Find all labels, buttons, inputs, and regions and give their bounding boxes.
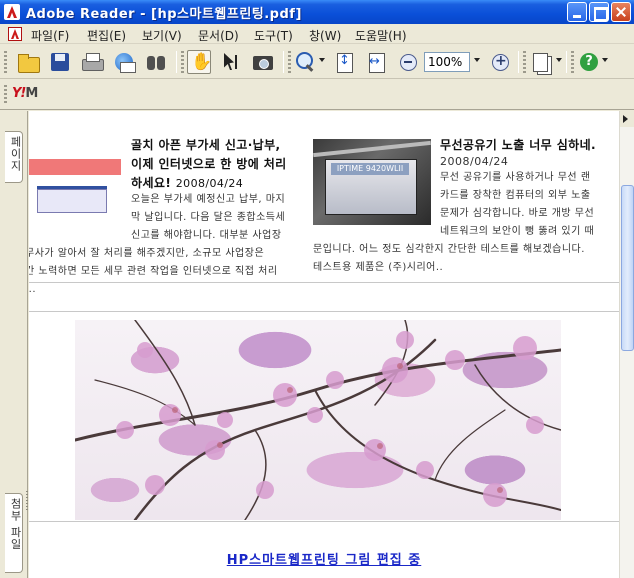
document-menu-icon[interactable] — [8, 27, 22, 41]
zoom-tool-icon[interactable] — [294, 50, 318, 74]
scrollbar-thumb[interactable] — [621, 185, 634, 351]
fit-width-icon[interactable] — [364, 50, 388, 74]
navigation-pane: 페이지 첨부 파일 — [0, 111, 28, 578]
save-icon[interactable] — [48, 50, 72, 74]
close-button[interactable] — [611, 2, 631, 22]
toolbar-separator — [566, 51, 567, 73]
article-thumbnail-tax — [29, 159, 121, 217]
help-dropdown-icon[interactable] — [602, 58, 608, 62]
thumbnail-banner — [29, 159, 121, 175]
scroll-arrow-icon[interactable] — [620, 111, 634, 127]
menu-help[interactable]: 도움말(H) — [355, 27, 407, 44]
adobe-reader-icon[interactable] — [4, 4, 20, 20]
article-body-wireless-wide: 문입니다. 어느 정도 심각한지 간단한 테스트를 해보겠습니다. 테스트용 제… — [313, 244, 585, 273]
minimize-button[interactable] — [567, 2, 587, 22]
toolbar-grip[interactable] — [4, 51, 7, 73]
article-body-tax-narrow: 오늘은 부가세 예정신고 납부, 마지 막 날입니다. 다음 달은 종합소득세 … — [131, 194, 286, 241]
title-bar[interactable]: Adobe Reader - [hp스마트웹프린팅.pdf] — [0, 0, 634, 24]
window-title: Adobe Reader - [hp스마트웹프린팅.pdf] — [26, 7, 302, 22]
thumbnail-panel — [37, 189, 107, 213]
photo-branches — [75, 320, 561, 520]
search-binoculars-icon[interactable] — [144, 50, 168, 74]
article-date: 2008/04/24 — [175, 177, 244, 190]
toolbar-grip[interactable] — [288, 51, 291, 73]
menu-file[interactable]: 파일(F) — [31, 27, 69, 44]
toolbar-separator — [176, 51, 177, 73]
divider — [29, 282, 619, 283]
tab-attachments-label: 첨부 파일 — [9, 498, 22, 551]
menu-tools[interactable]: 도구(T) — [254, 27, 293, 44]
article-title-tax: 골치 아픈 부가세 신고·납부, 이제 인터넷으로 한 방에 처리 하세요! 2… — [131, 138, 287, 190]
article-thumbnail-wireless: IPTIME 9420WLII — [313, 139, 431, 225]
zoom-level-input[interactable]: 100% — [424, 52, 470, 72]
article-body-tax-wide: 무사가 알아서 잘 처리를 해주겠지만, 소규모 사업장은 간 노력하면 모든 … — [29, 248, 278, 295]
thumbnail-product-label: IPTIME 9420WLII — [331, 163, 409, 175]
toolbar-grip[interactable] — [571, 51, 574, 73]
divider — [29, 521, 619, 522]
menu-view[interactable]: 보기(V) — [142, 27, 182, 44]
zoom-tool-dropdown-icon[interactable] — [319, 58, 325, 62]
menu-document[interactable]: 문서(D) — [198, 27, 239, 44]
document-page[interactable]: 골치 아픈 부가세 신고·납부, 이제 인터넷으로 한 방에 처리 하세요! 2… — [29, 111, 619, 578]
thumbnail-antenna — [313, 140, 431, 158]
navigation-splitter[interactable] — [26, 491, 28, 511]
help-icon[interactable] — [577, 50, 601, 74]
adobe-reader-window: Adobe Reader - [hp스마트웹프린팅.pdf] 파일(F) 편집(… — [0, 0, 634, 578]
menu-bar: 파일(F) 편집(E) 보기(V) 문서(D) 도구(T) 창(W) 도움말(H… — [0, 24, 634, 44]
caption-link[interactable]: HP스마트웹프린팅 그림 편집 중 — [29, 549, 619, 568]
yahoo-messenger-icon[interactable]: Y!M — [12, 86, 38, 104]
toolbar-separator — [518, 51, 519, 73]
divider — [29, 311, 619, 312]
article-body-wireless-narrow: 무선 공유기를 사용하거나 무선 랜 카드를 장착한 컴퓨터의 외부 노출 문제… — [440, 172, 595, 237]
zoom-in-icon[interactable] — [488, 50, 512, 74]
vertical-scrollbar[interactable] — [619, 111, 634, 578]
toolbar-grip[interactable] — [523, 51, 526, 73]
page-layout-icon[interactable] — [530, 50, 554, 74]
yahoo-toolbar: Y!M — [0, 80, 634, 110]
toolbar-grip[interactable] — [4, 85, 7, 105]
zoom-level-dropdown-icon[interactable] — [474, 58, 480, 62]
tab-attachments[interactable]: 첨부 파일 — [5, 493, 23, 573]
tab-pages-label: 페이지 — [9, 136, 22, 172]
toolbar-separator — [283, 51, 284, 73]
tab-pages[interactable]: 페이지 — [5, 131, 23, 183]
maximize-button[interactable] — [589, 2, 609, 22]
zoom-out-icon[interactable] — [396, 50, 420, 74]
open-folder-icon[interactable] — [16, 50, 40, 74]
fit-page-icon[interactable] — [332, 50, 356, 74]
email-icon[interactable] — [112, 50, 136, 74]
hand-tool-icon[interactable] — [187, 50, 212, 74]
main-toolbar: 100% — [0, 45, 634, 79]
page-layout-dropdown-icon[interactable] — [556, 58, 562, 62]
menu-edit[interactable]: 편집(E) — [87, 27, 126, 44]
cherry-blossom-photo — [75, 320, 561, 520]
select-text-icon[interactable] — [219, 50, 243, 74]
toolbar-grip[interactable] — [181, 51, 184, 73]
snapshot-camera-icon[interactable] — [251, 50, 275, 74]
print-icon[interactable] — [80, 50, 104, 74]
menu-window[interactable]: 창(W) — [309, 27, 341, 44]
